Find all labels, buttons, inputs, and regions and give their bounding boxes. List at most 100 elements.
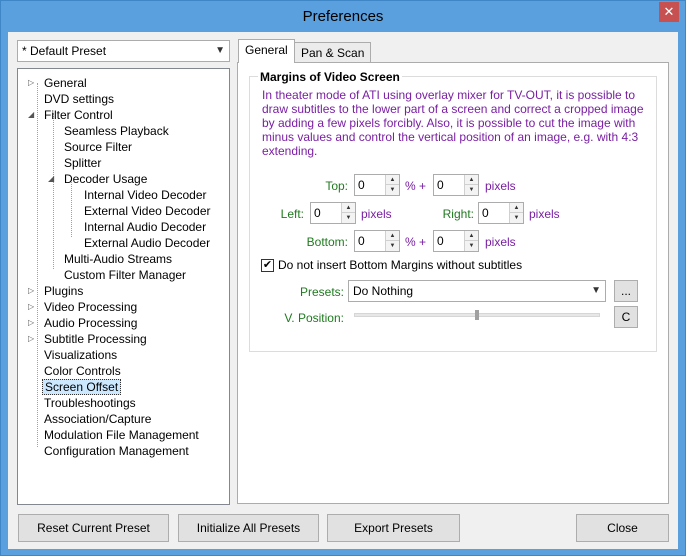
- presets-more-button[interactable]: ...: [614, 280, 638, 302]
- spin-up-icon[interactable]: ▲: [510, 203, 523, 213]
- general-tab-panel: Margins of Video Screen In theater mode …: [237, 62, 669, 504]
- left-pixels-value: 0: [314, 206, 321, 220]
- pixels-unit-label: pixels: [361, 207, 392, 221]
- spin-down-icon[interactable]: ▼: [465, 241, 478, 251]
- tree-connector: [53, 113, 54, 269]
- tree-item[interactable]: Seamless Playback: [62, 123, 171, 139]
- tree-item-label: Decoder Usage: [64, 172, 148, 186]
- presets-dropdown-value: Do Nothing: [353, 284, 414, 298]
- tree-item-label: Plugins: [44, 284, 84, 298]
- expand-arrow-icon[interactable]: ▷: [28, 283, 36, 299]
- left-label: Left:: [280, 207, 304, 221]
- presets-label: Presets:: [299, 285, 344, 299]
- expand-arrow-icon[interactable]: ▷: [28, 315, 36, 331]
- top-pixels-value: 0: [437, 178, 444, 192]
- pixels-unit-label: pixels: [485, 179, 516, 193]
- tree-item[interactable]: Modulation File Management: [42, 427, 201, 443]
- margins-group: Margins of Video Screen In theater mode …: [249, 70, 657, 352]
- spin-up-icon[interactable]: ▲: [465, 231, 478, 241]
- tree-item[interactable]: Configuration Management: [42, 443, 191, 459]
- tree-item[interactable]: Multi-Audio Streams: [62, 251, 174, 267]
- title-bar[interactable]: Preferences ✕: [1, 1, 685, 32]
- tree-item[interactable]: Color Controls: [42, 363, 123, 379]
- tree-item-label: Seamless Playback: [64, 124, 169, 138]
- spin-up-icon[interactable]: ▲: [465, 175, 478, 185]
- tree-item[interactable]: Internal Audio Decoder: [82, 219, 208, 235]
- bottom-pixels-value: 0: [437, 234, 444, 248]
- top-pixels-spinner[interactable]: 0 ▲ ▼: [433, 174, 479, 196]
- tree-item[interactable]: Visualizations: [42, 347, 119, 363]
- bottom-percent-spinner[interactable]: 0 ▲ ▼: [354, 230, 400, 252]
- preset-dropdown-value: * Default Preset: [22, 44, 107, 58]
- tree-item-label: Troubleshootings: [44, 396, 136, 410]
- tree-item[interactable]: DVD settings: [42, 91, 116, 107]
- spin-down-icon[interactable]: ▼: [465, 185, 478, 195]
- no-bottom-margins-checkbox[interactable]: ✔: [261, 259, 274, 272]
- right-label: Right:: [442, 207, 474, 221]
- tree-item-label: Configuration Management: [44, 444, 189, 458]
- tree-item[interactable]: Video Processing: [42, 299, 139, 315]
- tree-item-label: Filter Control: [44, 108, 113, 122]
- close-button[interactable]: Close: [576, 514, 669, 542]
- expand-arrow-icon[interactable]: ▷: [28, 75, 36, 91]
- bottom-pixels-spinner[interactable]: 0 ▲ ▼: [433, 230, 479, 252]
- tree-item[interactable]: Internal Video Decoder: [82, 187, 209, 203]
- right-pixels-spinner[interactable]: 0 ▲ ▼: [478, 202, 524, 224]
- tree-item-label: Internal Video Decoder: [84, 188, 207, 202]
- vposition-label: V. Position:: [284, 311, 344, 325]
- tab-pan-and-scan[interactable]: Pan & Scan: [294, 42, 372, 64]
- expand-arrow-icon[interactable]: ▷: [28, 331, 36, 347]
- left-pixels-spinner[interactable]: 0 ▲ ▼: [310, 202, 356, 224]
- percent-plus-label: % +: [405, 179, 427, 193]
- spin-down-icon[interactable]: ▼: [386, 241, 399, 251]
- collapse-arrow-icon[interactable]: ◢: [28, 107, 36, 123]
- spin-up-icon[interactable]: ▲: [386, 231, 399, 241]
- vposition-reset-button[interactable]: C: [614, 306, 638, 328]
- right-pixels-value: 0: [482, 206, 489, 220]
- tree-item-label: Audio Processing: [44, 316, 138, 330]
- chevron-down-icon: ▼: [215, 45, 225, 56]
- vposition-slider-thumb[interactable]: [475, 310, 479, 320]
- tree-item[interactable]: Splitter: [62, 155, 103, 171]
- expand-arrow-icon[interactable]: ▷: [28, 299, 36, 315]
- bottom-percent-value: 0: [358, 234, 365, 248]
- spin-up-icon[interactable]: ▲: [342, 203, 355, 213]
- tree-item[interactable]: External Audio Decoder: [82, 235, 212, 251]
- spin-up-icon[interactable]: ▲: [386, 175, 399, 185]
- tree-item-label: Source Filter: [64, 140, 133, 154]
- spin-down-icon[interactable]: ▼: [342, 213, 355, 223]
- tree-item-label: Multi-Audio Streams: [64, 252, 173, 266]
- tree-item[interactable]: Plugins: [42, 283, 85, 299]
- tree-item[interactable]: Custom Filter Manager: [62, 267, 188, 283]
- export-presets-button[interactable]: Export Presets: [327, 514, 460, 542]
- tab-general[interactable]: General: [238, 39, 295, 63]
- tree-item[interactable]: Decoder Usage: [62, 171, 149, 187]
- top-percent-spinner[interactable]: 0 ▲ ▼: [354, 174, 400, 196]
- tree-item[interactable]: Screen Offset: [42, 379, 122, 395]
- bottom-label: Bottom:: [306, 235, 348, 249]
- tree-item-label: Subtitle Processing: [44, 332, 147, 346]
- preset-dropdown[interactable]: * Default Preset ▼: [17, 40, 230, 62]
- tree-item-label: Video Processing: [44, 300, 138, 314]
- spin-down-icon[interactable]: ▼: [386, 185, 399, 195]
- window-close-button[interactable]: ✕: [659, 2, 679, 22]
- pixels-unit-label: pixels: [529, 207, 560, 221]
- tree-item[interactable]: Subtitle Processing: [42, 331, 149, 347]
- chevron-down-icon: ▼: [591, 285, 601, 296]
- tree-item[interactable]: Troubleshootings: [42, 395, 138, 411]
- reset-current-preset-button[interactable]: Reset Current Preset: [18, 514, 169, 542]
- collapse-arrow-icon[interactable]: ◢: [48, 171, 56, 187]
- initialize-all-presets-button[interactable]: Initialize All Presets: [178, 514, 319, 542]
- tree-item[interactable]: Audio Processing: [42, 315, 139, 331]
- tree-item-label: Splitter: [64, 156, 102, 170]
- tree-item[interactable]: External Video Decoder: [82, 203, 213, 219]
- tree-item-label: Modulation File Management: [44, 428, 199, 442]
- tree-item-label: General: [44, 76, 87, 90]
- presets-dropdown[interactable]: Do Nothing ▼: [348, 280, 606, 302]
- tree-item[interactable]: Filter Control: [42, 107, 115, 123]
- settings-tree[interactable]: ▷ General DVD settings ◢ Filter Control Seaml…: [17, 68, 230, 505]
- tree-item[interactable]: General: [42, 75, 89, 91]
- tree-item[interactable]: Source Filter: [62, 139, 134, 155]
- tree-item[interactable]: Association/Capture: [42, 411, 153, 427]
- spin-down-icon[interactable]: ▼: [510, 213, 523, 223]
